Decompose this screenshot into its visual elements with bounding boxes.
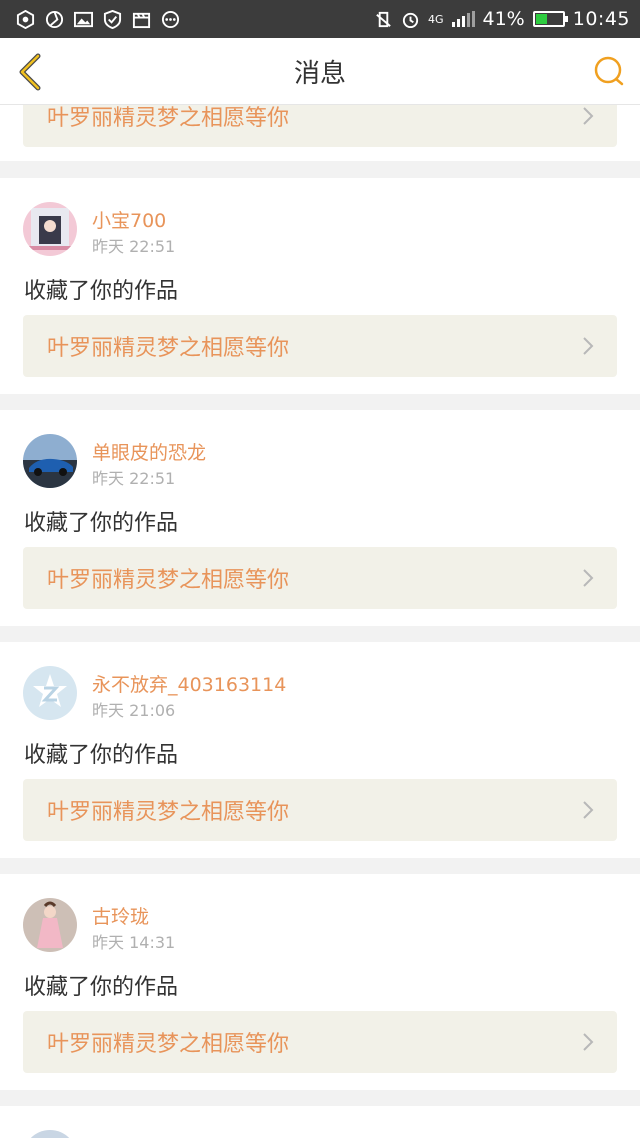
avatar[interactable] — [23, 1130, 77, 1138]
shield-icon — [103, 9, 122, 29]
work-link-text: 叶罗丽精灵梦之相愿等你 — [47, 106, 290, 131]
message-list[interactable]: 叶罗丽精灵梦之相愿等你 小宝700 昨天 22:51 收藏了你的作品 叶罗丽精灵… — [0, 105, 640, 1138]
chevron-right-icon — [583, 107, 594, 125]
action-text: 收藏了你的作品 — [24, 279, 179, 304]
action-text: 收藏了你的作品 — [24, 975, 179, 1000]
work-link[interactable]: 叶罗丽精灵梦之相愿等你 — [23, 1011, 617, 1073]
work-link[interactable]: 叶罗丽精灵梦之相愿等你 — [23, 547, 617, 609]
avatar[interactable] — [23, 202, 77, 256]
search-icon[interactable] — [592, 54, 626, 88]
battery-fill — [535, 14, 548, 24]
header-bar: 消息 — [0, 38, 640, 105]
username[interactable]: 小宝700 — [92, 206, 166, 233]
username[interactable]: 古玲珑 — [92, 902, 149, 929]
timestamp: 昨天 21:06 — [92, 701, 176, 720]
chevron-right-icon — [583, 1033, 594, 1051]
timestamp: 昨天 22:51 — [92, 237, 176, 256]
work-link[interactable]: 叶罗丽精灵梦之相愿等你 — [23, 779, 617, 841]
list-item: 叶罗丽精灵梦之相愿等你 — [0, 105, 640, 161]
work-link-text: 叶罗丽精灵梦之相愿等你 — [47, 1032, 290, 1057]
chevron-right-icon — [583, 801, 594, 819]
message-item: 古玲珑 昨天 14:31 收藏了你的作品 叶罗丽精灵梦之相愿等你 — [0, 874, 640, 1090]
avatar-image — [23, 666, 77, 720]
work-link[interactable]: 叶罗丽精灵梦之相愿等你 — [23, 105, 617, 147]
network-type: 4G — [427, 12, 444, 26]
timestamp: 昨天 22:51 — [92, 469, 176, 488]
work-link[interactable]: 叶罗丽精灵梦之相愿等你 — [23, 315, 617, 377]
alarm-icon — [402, 12, 419, 28]
work-link-text: 叶罗丽精灵梦之相愿等你 — [47, 800, 290, 825]
status-bar: 4G 41% 10:45 — [0, 0, 640, 38]
avatar[interactable] — [23, 666, 77, 720]
battery-icon — [532, 11, 568, 27]
status-right: 4G 41% 10:45 — [374, 8, 630, 30]
work-link-text: 叶罗丽精灵梦之相愿等你 — [47, 568, 290, 593]
username[interactable]: 单眼皮的恐龙 — [92, 438, 206, 465]
status-left-icons — [16, 9, 180, 29]
clapperboard-icon — [132, 12, 151, 28]
message-item: 单眼皮的恐龙 昨天 22:51 收藏了你的作品 叶罗丽精灵梦之相愿等你 — [0, 410, 640, 626]
chevron-right-icon — [583, 569, 594, 587]
timestamp: 昨天 14:31 — [92, 933, 176, 952]
status-time: 10:45 — [572, 8, 630, 30]
more-dots-icon — [161, 10, 180, 28]
message-item: 小宝700 昨天 22:51 收藏了你的作品 叶罗丽精灵梦之相愿等你 — [0, 178, 640, 394]
message-item: 永不放弃_403163114 昨天 21:06 收藏了你的作品 叶罗丽精灵梦之相… — [0, 642, 640, 858]
hexagon-app-icon — [16, 9, 35, 29]
avatar[interactable] — [23, 898, 77, 952]
action-text: 收藏了你的作品 — [24, 511, 179, 536]
image-icon — [74, 11, 93, 27]
avatar-image — [23, 434, 77, 488]
message-item — [0, 1106, 640, 1138]
avatar-image — [23, 202, 77, 256]
avatar[interactable] — [23, 434, 77, 488]
vibrate-icon — [376, 11, 391, 27]
username[interactable]: 永不放弃_403163114 — [92, 670, 286, 697]
page-title: 消息 — [293, 58, 346, 89]
work-link-text: 叶罗丽精灵梦之相愿等你 — [47, 336, 290, 361]
signal-icon — [451, 11, 475, 27]
battery-percent: 41% — [482, 8, 525, 30]
action-text: 收藏了你的作品 — [24, 743, 179, 768]
chevron-left-icon[interactable] — [14, 52, 46, 92]
aperture-app-icon — [45, 10, 64, 28]
chevron-right-icon — [583, 337, 594, 355]
avatar-image — [23, 898, 77, 952]
